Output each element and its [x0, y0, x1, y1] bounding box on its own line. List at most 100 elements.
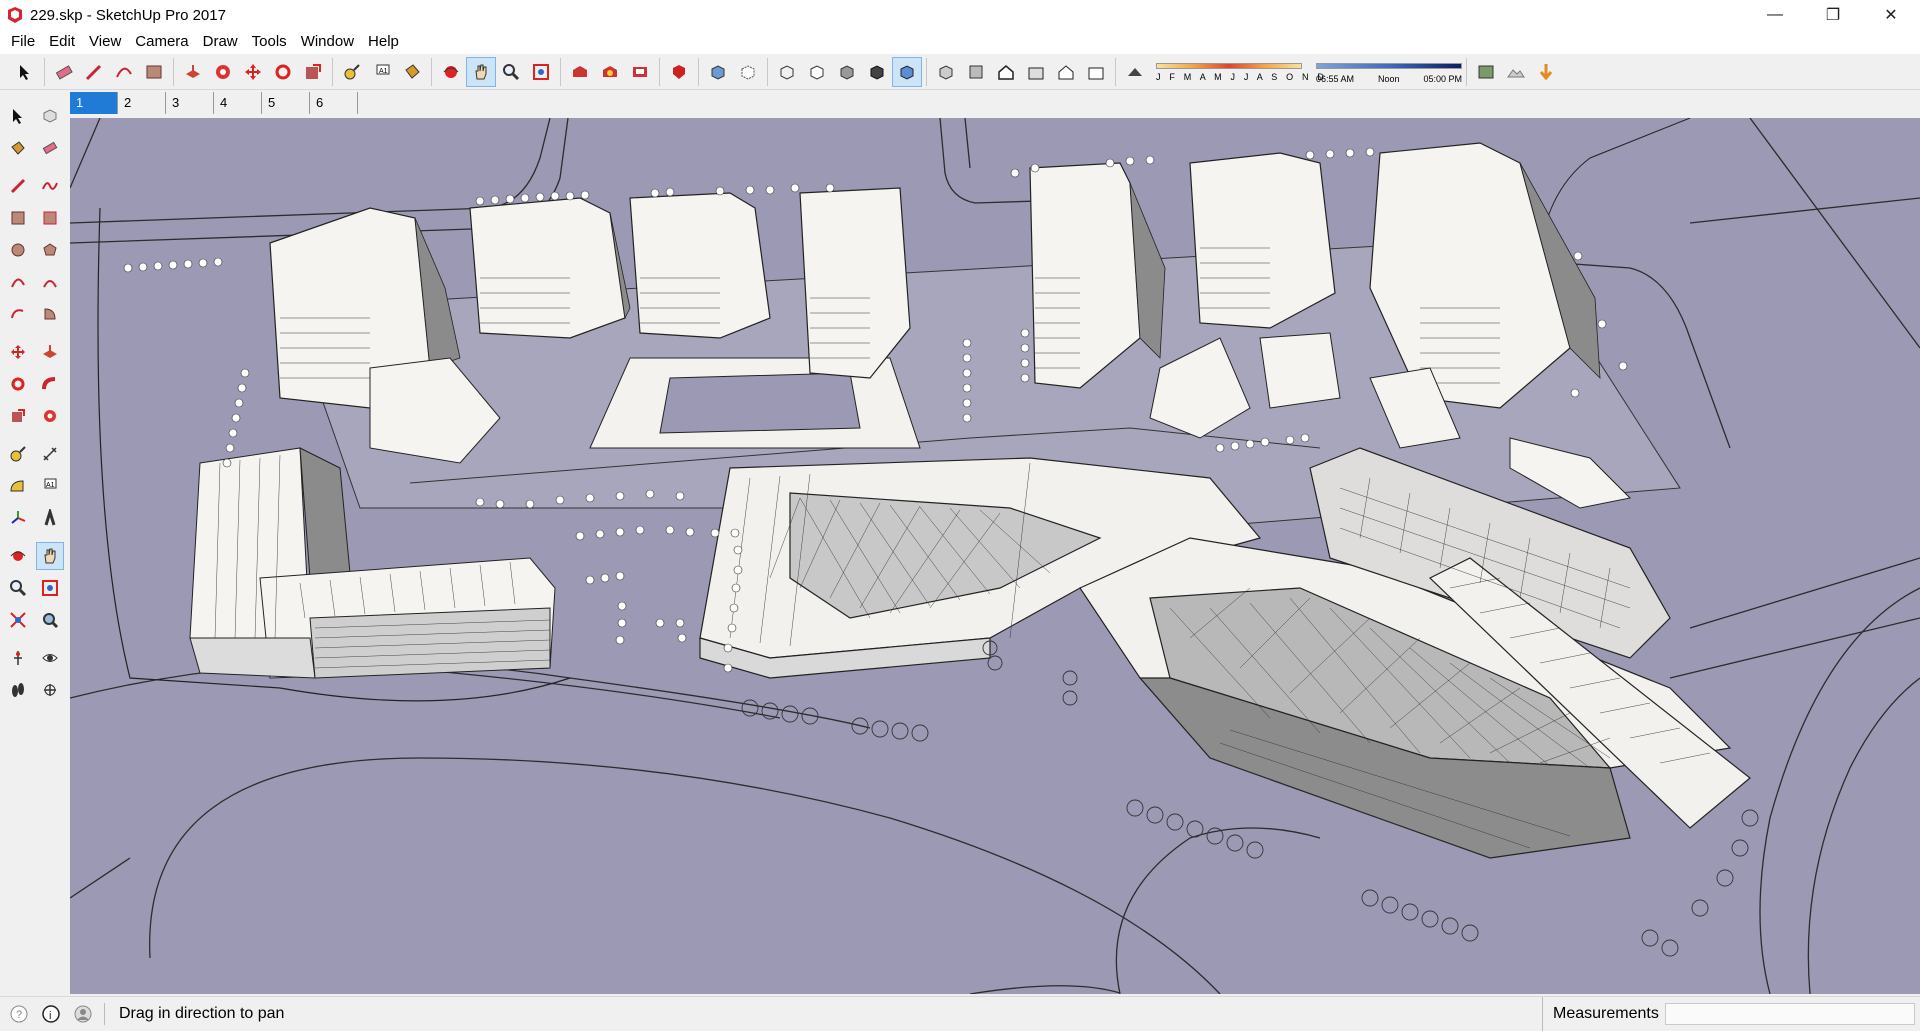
arc-tool-button[interactable] [109, 57, 139, 87]
zoom-tool-button[interactable] [496, 57, 526, 87]
protractor-left-button[interactable] [4, 472, 32, 500]
zoom-window-left-button[interactable] [36, 574, 64, 602]
tape-measure-left-button[interactable] [4, 440, 32, 468]
two-point-arc-left-button[interactable] [36, 268, 64, 296]
back-view-button[interactable] [1051, 57, 1081, 87]
wireframe-style-button[interactable] [772, 57, 802, 87]
move-left-button[interactable] [4, 338, 32, 366]
tape-measure-tool-button[interactable] [337, 57, 367, 87]
previous-view-left-button[interactable] [36, 606, 64, 634]
pie-left-button[interactable] [36, 300, 64, 328]
text-left-button[interactable]: A1 [36, 472, 64, 500]
circle-left-button[interactable] [4, 236, 32, 264]
pan-tool-button[interactable] [466, 56, 496, 87]
offset-tool-button[interactable] [208, 57, 238, 87]
shaded-style-button[interactable] [832, 57, 862, 87]
menu-tools[interactable]: Tools [245, 30, 294, 54]
top-view-button[interactable] [961, 57, 991, 87]
scene-tab-6[interactable]: 6 [310, 92, 358, 114]
zoom-left-button[interactable] [4, 574, 32, 602]
paint-bucket-tool-button[interactable] [397, 57, 427, 87]
rectangle-tool-button[interactable] [139, 57, 169, 87]
eraser-tool-button[interactable] [49, 57, 79, 87]
line-left-button[interactable] [4, 172, 32, 200]
scene-tab-2[interactable]: 2 [118, 92, 166, 114]
xray-style-button[interactable] [703, 57, 733, 87]
scene-tab-3[interactable]: 3 [166, 92, 214, 114]
scale-tool-button[interactable] [298, 57, 328, 87]
scene-tab-5[interactable]: 5 [262, 92, 310, 114]
status-bar: ? i Drag in direction to pan Measurement… [0, 996, 1920, 1031]
orbit-left-button[interactable] [4, 542, 32, 570]
axes-left-button[interactable] [4, 504, 32, 532]
extension-warehouse-button[interactable] [664, 57, 694, 87]
close-button[interactable]: ✕ [1862, 0, 1920, 30]
measurements-input[interactable] [1665, 1003, 1915, 1025]
iso-view-button[interactable] [931, 57, 961, 87]
left-view-button[interactable] [1081, 57, 1111, 87]
share-model-button[interactable] [595, 57, 625, 87]
scene-tab-4[interactable]: 4 [214, 92, 262, 114]
push-pull-tool-button[interactable] [178, 57, 208, 87]
follow-me-left-button[interactable] [36, 370, 64, 398]
menu-draw[interactable]: Draw [196, 30, 245, 54]
geo-location-icon[interactable]: ? [8, 1003, 30, 1025]
share-component-button[interactable] [625, 57, 655, 87]
menu-help[interactable]: Help [361, 30, 406, 54]
arc-left-button[interactable] [4, 268, 32, 296]
photo-textures-button[interactable] [1531, 57, 1561, 87]
3d-text-left-button[interactable] [36, 504, 64, 532]
menu-camera[interactable]: Camera [128, 30, 195, 54]
zoom-extents-tool-button[interactable] [526, 57, 556, 87]
pan-left-button[interactable] [36, 542, 64, 570]
section-plane-left-button[interactable] [36, 676, 64, 704]
menu-file[interactable]: File [4, 30, 42, 54]
shadow-toggle-button[interactable] [1120, 57, 1150, 87]
rotate-left-button[interactable] [4, 370, 32, 398]
move-tool-button[interactable] [238, 57, 268, 87]
model-drawing [70, 118, 1920, 994]
offset-left-button[interactable] [36, 402, 64, 430]
right-view-button[interactable] [1021, 57, 1051, 87]
eraser-left-button[interactable] [36, 134, 64, 162]
select-tool-left-button[interactable] [4, 102, 32, 130]
freehand-left-button[interactable] [36, 172, 64, 200]
orbit-tool-button[interactable] [436, 57, 466, 87]
user-account-icon[interactable] [72, 1003, 94, 1025]
restore-button[interactable]: ❐ [1804, 0, 1862, 30]
credits-info-icon[interactable]: i [40, 1003, 62, 1025]
monochrome-style-button[interactable] [892, 56, 922, 87]
warehouse-models-button[interactable] [565, 57, 595, 87]
paint-bucket-left-button[interactable] [4, 134, 32, 162]
menu-view[interactable]: View [82, 30, 128, 54]
dimension-left-button[interactable] [36, 440, 64, 468]
text-tool-button[interactable]: A1 [367, 57, 397, 87]
walk-left-button[interactable] [4, 676, 32, 704]
make-component-button[interactable] [36, 102, 64, 130]
look-around-left-button[interactable] [36, 644, 64, 672]
polygon-left-button[interactable] [36, 236, 64, 264]
toggle-terrain-button[interactable] [1501, 57, 1531, 87]
menu-window[interactable]: Window [294, 30, 361, 54]
minimize-button[interactable]: — [1746, 0, 1804, 30]
time-slider[interactable]: 06:55 AM Noon 05:00 PM [1316, 57, 1462, 87]
position-camera-left-button[interactable] [4, 644, 32, 672]
menu-edit[interactable]: Edit [42, 30, 82, 54]
line-tool-button[interactable] [79, 57, 109, 87]
scale-left-button[interactable] [4, 402, 32, 430]
three-point-arc-left-button[interactable] [4, 300, 32, 328]
rotated-rectangle-left-button[interactable] [36, 204, 64, 232]
select-tool-button[interactable] [10, 57, 40, 87]
scene-tab-1[interactable]: 1 [70, 92, 118, 114]
shaded-textures-style-button[interactable] [862, 57, 892, 87]
add-location-button[interactable] [1471, 57, 1501, 87]
hidden-line-style-button[interactable] [802, 57, 832, 87]
rotate-tool-button[interactable] [268, 57, 298, 87]
month-slider[interactable]: J F M A M J J A S O N D [1156, 57, 1324, 87]
model-viewport[interactable] [70, 118, 1920, 994]
back-edges-style-button[interactable] [733, 57, 763, 87]
zoom-extents-left-button[interactable] [4, 606, 32, 634]
push-pull-left-button[interactable] [36, 338, 64, 366]
front-view-button[interactable] [991, 57, 1021, 87]
rectangle-left-button[interactable] [4, 204, 32, 232]
